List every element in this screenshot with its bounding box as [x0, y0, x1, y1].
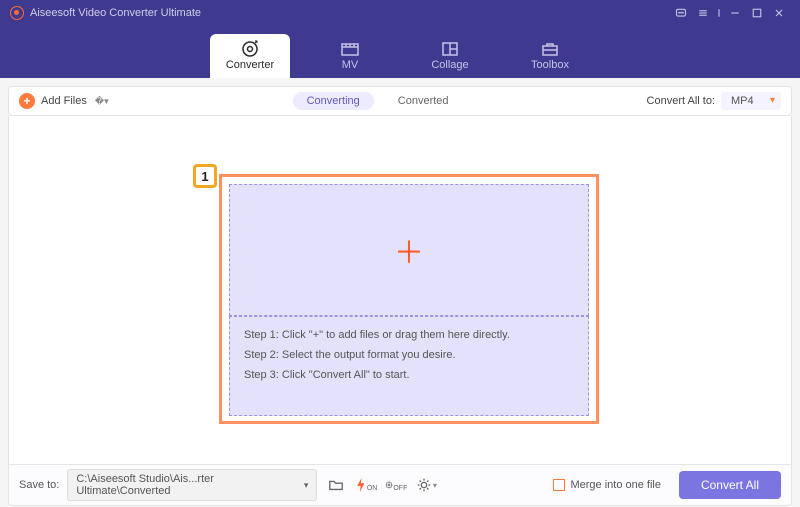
- tab-collage[interactable]: Collage: [410, 34, 490, 78]
- convert-all-button[interactable]: Convert All: [679, 471, 781, 499]
- save-to-label: Save to:: [19, 479, 59, 491]
- toolbar: + Add Files �▾ Converting Converted Conv…: [8, 86, 792, 116]
- save-path-value: C:\Aiseesoft Studio\Ais...rter Ultimate\…: [76, 473, 301, 497]
- convert-all-to-label: Convert All to:: [647, 95, 715, 107]
- tutorial-badge: 1: [193, 164, 217, 188]
- titlebar: Aiseesoft Video Converter Ultimate: [0, 0, 800, 26]
- divider: [714, 2, 724, 24]
- mv-icon: [340, 41, 360, 57]
- tab-label: Toolbox: [531, 59, 569, 71]
- main-tabs: Converter MV Collage Toolbox: [0, 26, 800, 78]
- converting-tab[interactable]: Converting: [293, 92, 374, 110]
- chevron-down-icon: �▾: [95, 96, 109, 107]
- main-area: ＋ Step 1: Click "+" to add files or drag…: [8, 116, 792, 464]
- checkbox-icon: [553, 479, 565, 491]
- tab-mv[interactable]: MV: [310, 34, 390, 78]
- merge-label: Merge into one file: [570, 479, 661, 491]
- menu-icon[interactable]: [692, 2, 714, 24]
- open-folder-button[interactable]: [325, 475, 347, 495]
- tutorial-highlight: [219, 174, 599, 424]
- toolbox-icon: [540, 41, 560, 57]
- tab-converter[interactable]: Converter: [210, 34, 290, 78]
- convert-all-label: Convert All: [701, 478, 759, 492]
- tab-label: MV: [342, 59, 359, 71]
- feedback-icon[interactable]: [670, 2, 692, 24]
- converted-tab[interactable]: Converted: [384, 92, 463, 110]
- maximize-button[interactable]: [746, 2, 768, 24]
- gpu-accel-on-button[interactable]: ON: [355, 475, 377, 495]
- footer: Save to: C:\Aiseesoft Studio\Ais...rter …: [8, 464, 792, 506]
- settings-button[interactable]: ▾: [415, 475, 437, 495]
- minimize-button[interactable]: [724, 2, 746, 24]
- chevron-down-icon: ▾: [304, 480, 309, 491]
- output-format-select[interactable]: MP4: [721, 92, 781, 110]
- close-button[interactable]: [768, 2, 790, 24]
- app-title: Aiseesoft Video Converter Ultimate: [30, 7, 201, 19]
- app-logo-icon: [10, 6, 24, 20]
- add-files-label: Add Files: [41, 95, 87, 107]
- merge-checkbox[interactable]: Merge into one file: [553, 479, 661, 491]
- tab-label: Converter: [226, 59, 274, 71]
- converter-icon: [240, 41, 260, 57]
- format-value: MP4: [731, 95, 754, 107]
- add-files-button[interactable]: + Add Files �▾: [19, 93, 109, 109]
- chevron-down-icon: ▾: [433, 481, 437, 490]
- plus-icon: +: [19, 93, 35, 109]
- collage-icon: [440, 41, 460, 57]
- off-label: OFF: [393, 485, 407, 492]
- tab-label: Collage: [431, 59, 468, 71]
- tab-toolbox[interactable]: Toolbox: [510, 34, 590, 78]
- save-path-select[interactable]: C:\Aiseesoft Studio\Ais...rter Ultimate\…: [67, 469, 317, 501]
- on-label: ON: [367, 485, 378, 492]
- gpu-accel-off-button[interactable]: OFF: [385, 475, 407, 495]
